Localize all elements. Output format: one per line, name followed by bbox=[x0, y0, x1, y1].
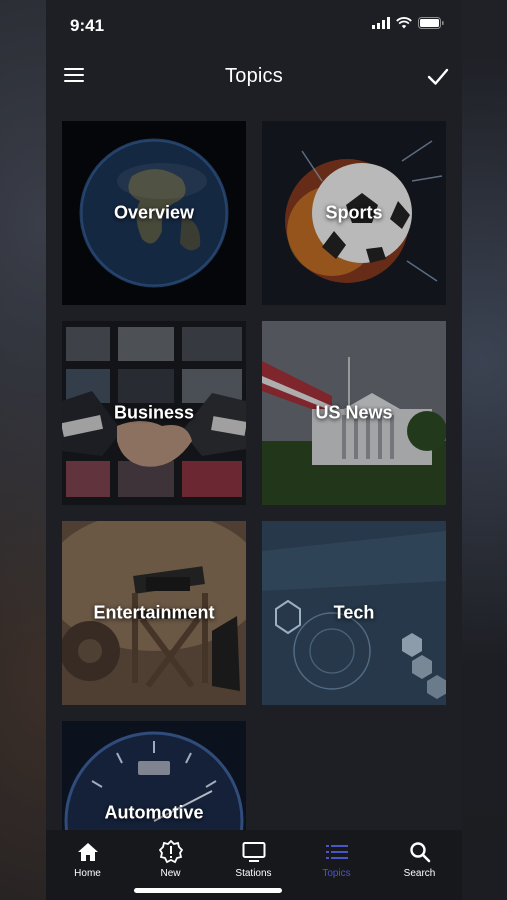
app-screen: 9:41 Topics Overview Sports Business US … bbox=[46, 0, 462, 900]
tab-label: Home bbox=[74, 868, 101, 879]
topic-label: Overview bbox=[113, 202, 195, 223]
tab-label: Stations bbox=[235, 868, 272, 879]
tab-home[interactable]: Home bbox=[46, 840, 129, 879]
tab-label: Topics bbox=[322, 868, 351, 879]
list-icon bbox=[325, 845, 348, 859]
status-icons bbox=[372, 17, 444, 29]
topic-label: Entertainment bbox=[93, 602, 215, 623]
checkmark-icon bbox=[427, 68, 449, 85]
page-title: Topics bbox=[225, 65, 283, 87]
topic-tile-overview[interactable]: Overview bbox=[62, 121, 246, 305]
nav-bar: Topics bbox=[46, 50, 462, 105]
topic-tile-business[interactable]: Business bbox=[62, 321, 246, 505]
home-icon bbox=[77, 843, 98, 861]
done-button[interactable] bbox=[426, 66, 450, 88]
status-time: 9:41 bbox=[70, 16, 105, 35]
topic-label: Business bbox=[113, 402, 195, 423]
topic-tile-sports[interactable]: Sports bbox=[262, 121, 446, 305]
tab-topics[interactable]: Topics bbox=[295, 840, 378, 879]
topic-label: Automotive bbox=[104, 802, 204, 823]
tab-label: New bbox=[160, 868, 181, 879]
battery-icon bbox=[418, 17, 444, 29]
tab-new[interactable]: New bbox=[129, 840, 212, 879]
topic-tile-us-news[interactable]: US News bbox=[262, 321, 446, 505]
topic-label: Tech bbox=[333, 602, 375, 623]
topic-label: US News bbox=[315, 402, 393, 423]
home-indicator[interactable] bbox=[134, 888, 282, 893]
new-alert-icon bbox=[158, 840, 183, 864]
wifi-icon bbox=[396, 17, 412, 29]
signal-icon bbox=[372, 17, 390, 29]
tab-stations[interactable]: Stations bbox=[212, 840, 295, 879]
tab-label: Search bbox=[403, 868, 436, 879]
tv-icon bbox=[242, 842, 265, 862]
status-bar: 9:41 bbox=[46, 0, 462, 50]
tab-search[interactable]: Search bbox=[378, 840, 461, 879]
search-icon bbox=[409, 842, 430, 863]
topic-tile-entertainment[interactable]: Entertainment bbox=[62, 521, 246, 705]
topic-label: Sports bbox=[325, 202, 383, 223]
topic-tile-tech[interactable]: Tech bbox=[262, 521, 446, 705]
